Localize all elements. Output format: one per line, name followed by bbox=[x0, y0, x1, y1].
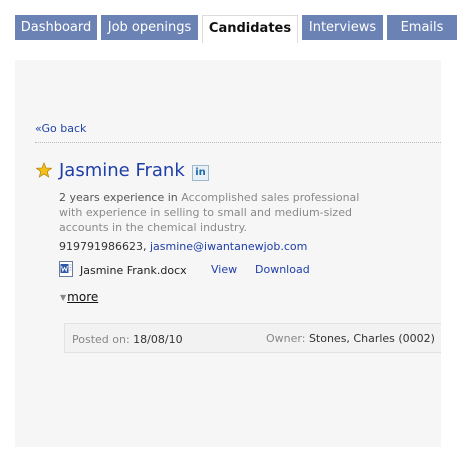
tab-job-openings[interactable]: Job openings bbox=[101, 15, 198, 40]
candidate-panel: «Go back Jasmine Frank in 2 years experi… bbox=[15, 60, 441, 447]
email-link[interactable]: jasmine@iwantanewjob.com bbox=[150, 240, 307, 253]
more-toggle[interactable]: ▼more bbox=[60, 290, 98, 304]
posted-label: Posted on: bbox=[72, 333, 130, 346]
more-label: more bbox=[67, 290, 99, 304]
tab-interviews[interactable]: Interviews bbox=[302, 15, 383, 40]
contact-line: 919791986623, jasmine@iwantanewjob.com bbox=[59, 240, 307, 253]
owner: Owner: Stones, Charles (0002) bbox=[266, 332, 435, 345]
tab-emails[interactable]: Emails bbox=[387, 15, 457, 40]
posted-date: 18/08/10 bbox=[133, 333, 183, 346]
download-link[interactable]: Download bbox=[255, 263, 310, 276]
candidate-summary: 2 years experience in Accomplished sales… bbox=[59, 190, 379, 235]
experience-text: 2 years experience in bbox=[59, 191, 178, 204]
owner-name: Stones, Charles (0002) bbox=[308, 332, 435, 345]
star-icon[interactable] bbox=[36, 162, 52, 178]
candidate-name-link[interactable]: Jasmine Frank bbox=[59, 160, 185, 181]
word-doc-icon bbox=[59, 261, 73, 277]
tab-candidates[interactable]: Candidates bbox=[202, 15, 298, 43]
caret-down-icon: ▼ bbox=[60, 293, 67, 302]
view-link[interactable]: View bbox=[211, 263, 237, 276]
candidate-meta-bar: Posted on: 18/08/10 Owner: Stones, Charl… bbox=[64, 323, 441, 353]
tab-dashboard[interactable]: Dashboard bbox=[15, 15, 97, 40]
resume-filename: Jasmine Frank.docx bbox=[80, 264, 187, 277]
phone-number: 919791986623, bbox=[59, 240, 147, 253]
posted-on: Posted on: 18/08/10 bbox=[72, 333, 183, 346]
owner-label: Owner: bbox=[266, 332, 306, 345]
go-back-link[interactable]: «Go back bbox=[35, 122, 86, 135]
linkedin-icon[interactable]: in bbox=[192, 165, 209, 181]
divider bbox=[35, 142, 441, 143]
